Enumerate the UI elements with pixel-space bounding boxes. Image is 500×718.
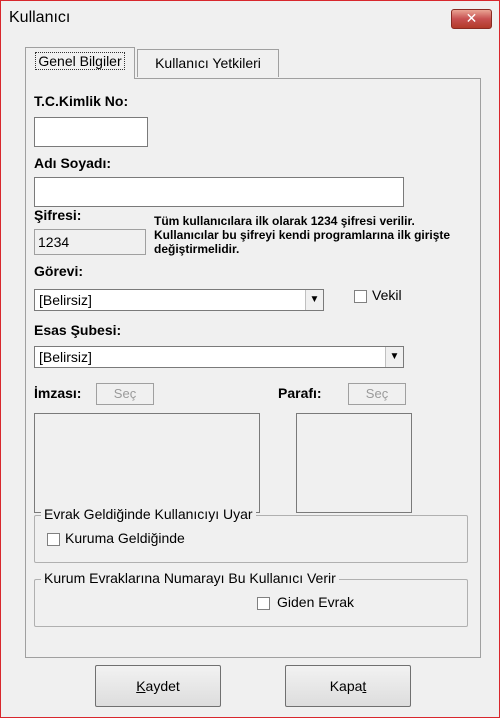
duty-select[interactable]: [Belirsiz] ▼	[34, 289, 324, 311]
name-input[interactable]	[34, 177, 404, 207]
signature-select-button[interactable]: Seç	[96, 383, 154, 405]
title-bar[interactable]: Kullanıcı ✕	[1, 1, 499, 37]
chevron-down-icon[interactable]: ▼	[305, 290, 323, 310]
save-label: aydet	[145, 678, 180, 694]
window-title: Kullanıcı	[9, 9, 71, 26]
tab-label: Genel Bilgiler	[35, 52, 125, 70]
branch-label: Esas Şubesi:	[34, 322, 122, 338]
chevron-down-icon[interactable]: ▼	[385, 347, 403, 367]
password-label: Şifresi:	[34, 207, 82, 223]
initial-select-button[interactable]: Seç	[348, 383, 406, 405]
tab-panel-genel-bilgiler: T.C.Kimlik No: Adı Soyadı: Şifresi: 1234…	[25, 78, 481, 658]
group-document-arrival-warning: Evrak Geldiğinde Kullanıcıyı Uyar Kuruma…	[34, 506, 468, 563]
giden-evrak-label: Giden Evrak	[277, 594, 355, 610]
close-button[interactable]: Kapat	[285, 665, 411, 707]
tab-kullanici-yetkileri[interactable]: Kullanıcı Yetkileri	[137, 49, 279, 77]
tab-genel-bilgiler[interactable]: Genel Bilgiler	[25, 47, 135, 79]
duty-value: [Belirsiz]	[39, 292, 92, 308]
close-label: Kapa	[329, 678, 363, 694]
close-window-button[interactable]: ✕	[451, 9, 492, 29]
password-field[interactable]: 1234	[34, 229, 146, 255]
duty-label: Görevi:	[34, 263, 84, 279]
kuruma-geldiginde-checkbox[interactable]	[47, 533, 60, 546]
save-button[interactable]: Kaydet	[95, 665, 221, 707]
branch-select[interactable]: [Belirsiz] ▼	[34, 346, 404, 368]
vekil-label: Vekil	[372, 287, 402, 303]
name-label: Adı Soyadı:	[34, 155, 112, 171]
tab-label: Kullanıcı Yetkileri	[155, 55, 261, 71]
close-icon: ✕	[465, 11, 478, 27]
close-mnemonic: t	[362, 678, 367, 694]
vekil-checkbox[interactable]	[354, 290, 367, 303]
branch-value: [Belirsiz]	[39, 349, 92, 365]
group-title: Evrak Geldiğinde Kullanıcıyı Uyar	[41, 506, 256, 522]
signature-image-box	[34, 413, 260, 513]
giden-evrak-checkbox[interactable]	[257, 597, 270, 610]
tc-label: T.C.Kimlik No:	[34, 93, 129, 109]
tc-input[interactable]	[34, 117, 148, 147]
save-mnemonic: K	[136, 678, 146, 694]
initial-label: Parafı:	[278, 385, 322, 401]
kuruma-geldiginde-label: Kuruma Geldiğinde	[65, 530, 185, 546]
group-document-numbering: Kurum Evraklarına Numarayı Bu Kullanıcı …	[34, 570, 468, 627]
signature-label: İmzası:	[34, 385, 82, 401]
dialog-body: Genel Bilgiler Kullanıcı Yetkileri T.C.K…	[9, 37, 491, 717]
dialog-window: Kullanıcı ✕ Genel Bilgiler Kullanıcı Yet…	[0, 0, 500, 718]
group-title: Kurum Evraklarına Numarayı Bu Kullanıcı …	[41, 570, 339, 586]
initial-image-box	[296, 413, 412, 513]
password-note: Tüm kullanıcılara ilk olarak 1234 şifres…	[154, 214, 451, 256]
